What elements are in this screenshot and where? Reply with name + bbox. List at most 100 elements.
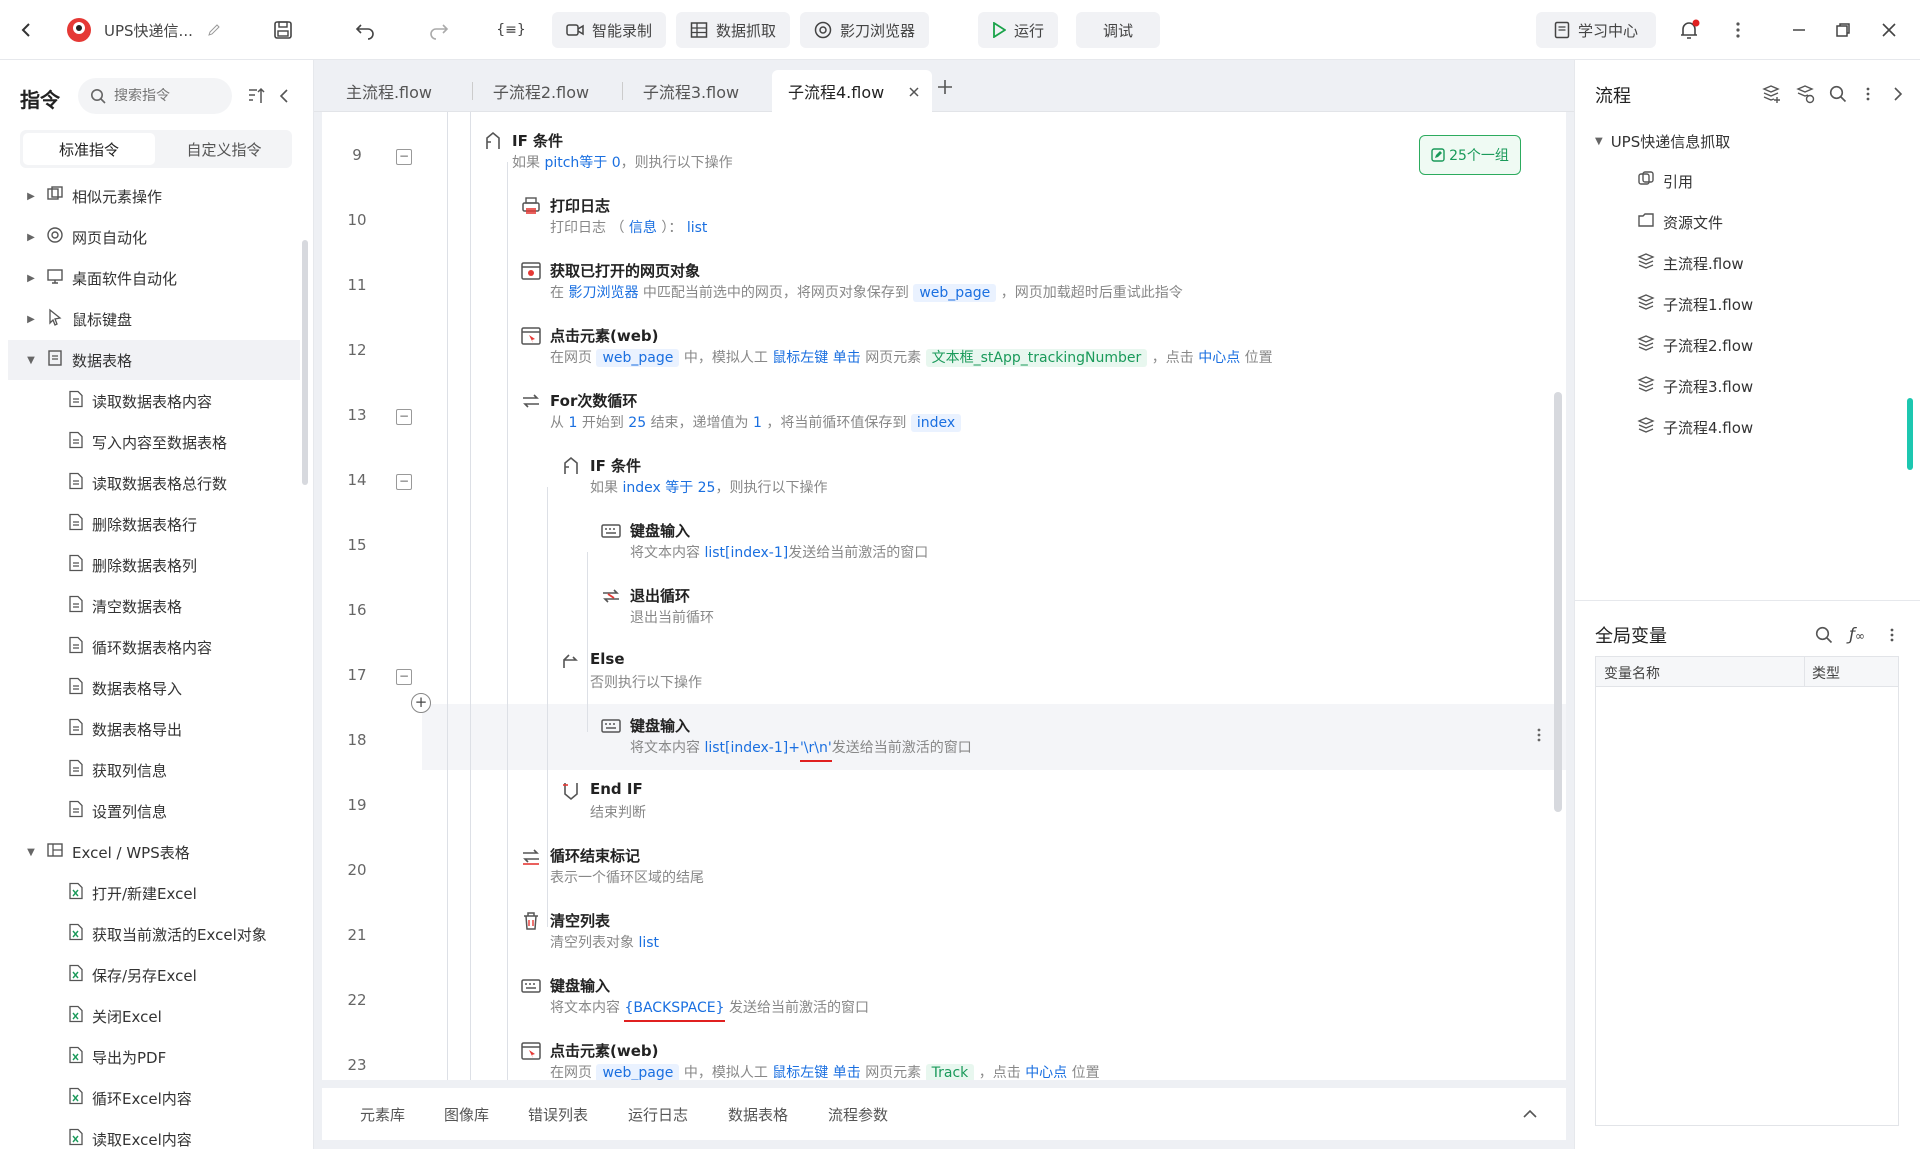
command-item[interactable]: 读取Excel内容: [0, 1119, 300, 1149]
more-vertical-icon[interactable]: [1726, 12, 1750, 48]
command-item[interactable]: 保存/另存Excel: [0, 955, 300, 995]
step-if-condition[interactable]: IF 条件 如果 pitch等于 0，则执行以下操作: [482, 124, 1282, 180]
row-more-icon[interactable]: [1536, 727, 1542, 747]
minimize-icon[interactable]: [1784, 12, 1814, 48]
command-tree-scrollbar[interactable]: [302, 240, 308, 485]
resource-files-item[interactable]: 资源文件: [1637, 207, 1723, 237]
code-view-icon[interactable]: {≡}: [494, 12, 528, 48]
run-button[interactable]: 运行: [978, 12, 1059, 48]
data-capture-button[interactable]: 数据抓取: [676, 12, 791, 48]
fold-toggle[interactable]: −: [396, 474, 412, 490]
collapse-panel-icon[interactable]: [278, 88, 290, 108]
restore-icon[interactable]: [1828, 12, 1858, 48]
command-item[interactable]: 删除数据表格行: [0, 504, 300, 544]
editor-scrollbar[interactable]: [1554, 392, 1562, 812]
flow-project-node[interactable]: ▼ UPS快递信息抓取: [1595, 126, 1730, 156]
save-icon[interactable]: [268, 12, 298, 48]
undo-icon[interactable]: [350, 12, 380, 48]
command-item[interactable]: 循环数据表格内容: [0, 627, 300, 667]
back-arrow-icon[interactable]: [12, 12, 42, 48]
insert-step-button[interactable]: +: [411, 693, 431, 713]
command-item[interactable]: 数据表格导入: [0, 668, 300, 708]
step-click-element[interactable]: 点击元素(web) 在网页 web_page 中，模拟人工 鼠标左键 单击 网页…: [520, 1034, 1520, 1080]
expand-panel-icon[interactable]: [1522, 1106, 1538, 1124]
reference-item[interactable]: 引用: [1637, 166, 1693, 196]
step-loop-end[interactable]: 循环结束标记 表示一个循环区域的结尾: [520, 839, 1320, 895]
command-item[interactable]: 循环Excel内容: [0, 1078, 300, 1118]
browser-button[interactable]: 影刀浏览器: [800, 12, 930, 48]
step-keyboard-input[interactable]: 键盘输入 将文本内容 list[index-1]+'\r\n'发送给当前激活的窗…: [600, 709, 1400, 765]
close-tab-icon[interactable]: [908, 83, 920, 102]
fold-toggle[interactable]: −: [396, 149, 412, 165]
step-end-if[interactable]: End IF 结束判断: [560, 774, 1360, 830]
search-icon[interactable]: [1829, 85, 1847, 107]
command-category[interactable]: ▶ 桌面软件自动化: [0, 258, 300, 298]
command-item[interactable]: 数据表格导出: [0, 709, 300, 749]
command-search-input[interactable]: [114, 88, 224, 104]
tab-error-list[interactable]: 错误列表: [528, 1088, 588, 1140]
command-item[interactable]: 删除数据表格列: [0, 545, 300, 585]
flow-item[interactable]: 子流程1.flow: [1637, 289, 1753, 319]
collapse-right-panel-icon[interactable]: [1893, 86, 1903, 106]
tab-flow-params[interactable]: 流程参数: [828, 1088, 888, 1140]
flow-item[interactable]: 子流程3.flow: [1637, 371, 1753, 401]
fold-toggle[interactable]: −: [396, 669, 412, 685]
bell-icon[interactable]: [1672, 12, 1706, 48]
tab-standard-commands[interactable]: 标准指令: [23, 133, 155, 165]
step-click-element[interactable]: 点击元素(web) 在网页 web_page 中，模拟人工 鼠标左键 单击 网页…: [520, 319, 1520, 375]
function-icon[interactable]: ƒ∞: [1849, 625, 1865, 645]
step-if-condition[interactable]: IF 条件 如果 index 等于 25，则执行以下操作: [560, 449, 1360, 505]
command-item[interactable]: 读取数据表格总行数: [0, 463, 300, 503]
command-item[interactable]: 获取当前激活的Excel对象: [0, 914, 300, 954]
tab-image-library[interactable]: 图像库: [444, 1088, 489, 1140]
command-item[interactable]: 写入内容至数据表格: [0, 422, 300, 462]
project-title[interactable]: UPS快递信...: [104, 12, 193, 48]
command-category[interactable]: ▶ 网页自动化: [0, 217, 300, 257]
side-dock-handle[interactable]: [1907, 398, 1913, 470]
command-item[interactable]: 设置列信息: [0, 791, 300, 831]
step-for-loop[interactable]: For次数循环 从 1 开始到 25 结束，递增值为 1 ，将当前循环值保存到 …: [520, 384, 1420, 440]
tab-subflow-2[interactable]: 子流程2.flow: [466, 70, 616, 112]
tab-data-table[interactable]: 数据表格: [728, 1088, 788, 1140]
tab-subflow-4[interactable]: 子流程4.flow: [772, 70, 932, 112]
step-keyboard-input[interactable]: 键盘输入 将文本内容 {BACKSPACE} 发送给当前激活的窗口: [520, 969, 1320, 1025]
step-else[interactable]: Else 否则执行以下操作: [560, 644, 1360, 700]
tab-custom-commands[interactable]: 自定义指令: [158, 133, 290, 165]
debug-button[interactable]: 调试: [1076, 12, 1160, 48]
tab-subflow-3[interactable]: 子流程3.flow: [616, 70, 766, 112]
search-icon[interactable]: [1815, 626, 1833, 648]
command-search-box[interactable]: [78, 78, 232, 114]
step-keyboard-input[interactable]: 键盘输入 将文本内容 list[index-1]发送给当前激活的窗口: [600, 514, 1400, 570]
edit-pencil-icon[interactable]: [204, 12, 224, 48]
command-category[interactable]: ▼ Excel / WPS表格: [0, 832, 300, 872]
command-item[interactable]: 获取列信息: [0, 750, 300, 790]
flow-item[interactable]: 子流程2.flow: [1637, 330, 1753, 360]
smart-record-button[interactable]: 智能录制: [552, 12, 667, 48]
step-get-webpage[interactable]: 获取已打开的网页对象 在 影刀浏览器 中匹配当前选中的网页，将网页对象保存到 w…: [520, 254, 1420, 310]
command-item[interactable]: 导出为PDF: [0, 1037, 300, 1077]
flow-item[interactable]: 子流程4.flow: [1637, 412, 1753, 442]
settings-subflow-icon[interactable]: [1795, 84, 1815, 108]
tab-element-library[interactable]: 元素库: [360, 1088, 405, 1140]
command-item[interactable]: 清空数据表格: [0, 586, 300, 626]
command-item[interactable]: 读取数据表格内容: [0, 381, 300, 421]
step-exit-loop[interactable]: 退出循环 退出当前循环: [600, 579, 1400, 635]
command-category[interactable]: ▼ 数据表格: [8, 340, 300, 380]
tab-run-log[interactable]: 运行日志: [628, 1088, 688, 1140]
group-badge[interactable]: 25个一组: [1419, 135, 1521, 175]
command-item[interactable]: 打开/新建Excel: [0, 873, 300, 913]
more-vertical-icon[interactable]: [1889, 627, 1895, 647]
add-subflow-icon[interactable]: [1761, 84, 1781, 108]
close-window-icon[interactable]: [1874, 12, 1904, 48]
tab-main-flow[interactable]: 主流程.flow: [314, 70, 464, 112]
flow-item[interactable]: 主流程.flow: [1637, 248, 1744, 278]
step-clear-list[interactable]: 清空列表 清空列表对象 list: [520, 904, 1320, 960]
fold-toggle[interactable]: −: [396, 409, 412, 425]
command-category[interactable]: ▶ 鼠标键盘: [0, 299, 300, 339]
command-item[interactable]: 关闭Excel: [0, 996, 300, 1036]
learning-center-button[interactable]: 学习中心: [1536, 12, 1656, 48]
step-print-log[interactable]: 打印日志 打印日志 （ 信息 ）： list: [520, 189, 1320, 245]
redo-icon[interactable]: [424, 12, 454, 48]
more-vertical-icon[interactable]: [1865, 86, 1871, 106]
add-tab-icon[interactable]: [936, 78, 954, 100]
